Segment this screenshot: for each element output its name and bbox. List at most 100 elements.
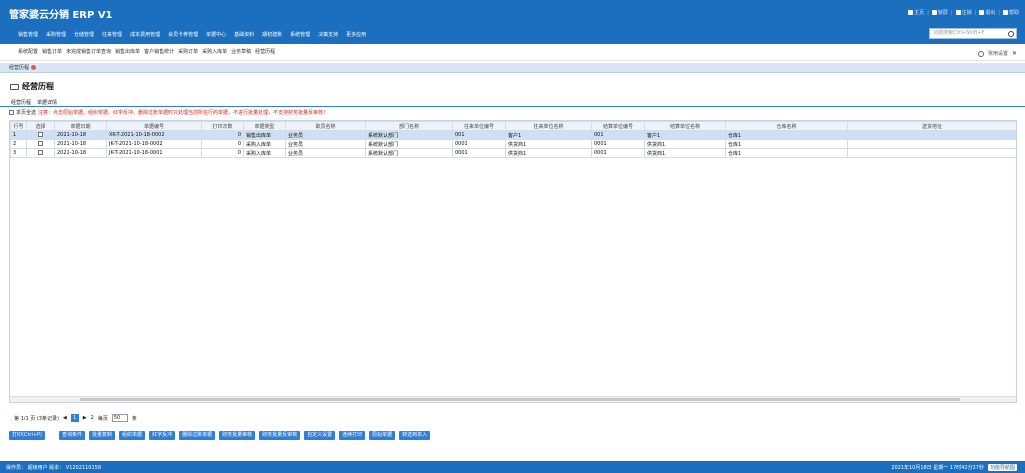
column-header[interactable]: 职员名称: [285, 121, 366, 131]
cell-bill-type: 采购入库单: [243, 148, 286, 158]
menu-item[interactable]: 往来管理: [102, 31, 122, 38]
table-row[interactable]: 3 2021-10-18 JK-T-2021-10-18-0001 0 采购入库…: [10, 148, 1016, 158]
action-buttons: 打印(Ctrl+P) 查询条件 批量复制 组织单据 红字反冲 删除过账单据 财务…: [9, 431, 431, 440]
row-number: 2: [10, 139, 27, 149]
prev-page-icon[interactable]: ◀: [63, 415, 67, 421]
quick-nav-item[interactable]: 未完成销售订单查询: [66, 48, 111, 55]
column-header[interactable]: 往来单位名称: [505, 121, 592, 131]
column-header[interactable]: 送货地址: [847, 121, 1016, 131]
row-checkbox[interactable]: [38, 149, 43, 155]
cell-address: [847, 139, 1016, 149]
function-nav-button[interactable]: 功能导航图: [987, 464, 1017, 471]
page-info: 第 1/1 页 (3条记录): [14, 415, 59, 422]
row-checkbox[interactable]: [38, 131, 43, 137]
select-all-checkbox[interactable]: [9, 110, 14, 115]
common-settings-link[interactable]: 常用设置: [988, 50, 1008, 57]
menu-item[interactable]: 成本费用管理: [130, 31, 160, 38]
tab-close-icon[interactable]: [31, 65, 37, 70]
cell-print-count: 0: [201, 148, 244, 158]
help-link[interactable]: 帮助: [1002, 9, 1019, 16]
table-row[interactable]: 1 2021-10-18 XK-T-2021-10-18-0002 0 销售出库…: [10, 130, 1016, 140]
column-header[interactable]: 部门名称: [365, 121, 453, 131]
continuous-print-button[interactable]: 连续打印: [339, 431, 366, 440]
cell-bill-number[interactable]: JK-T-2021-10-18-0002: [106, 139, 202, 149]
data-grid: 行号 选择 单据日期 单据编号 打印次数 单据类型 职员名称 部门名称 往来单位…: [9, 120, 1017, 403]
column-header[interactable]: 单据类型: [243, 121, 286, 131]
finance-batch-approve-button[interactable]: 财务批量审核: [219, 431, 256, 440]
quick-nav-item[interactable]: 采购订单: [178, 48, 198, 55]
row-checkbox[interactable]: [38, 140, 43, 146]
column-header[interactable]: 行号: [10, 121, 27, 131]
column-header[interactable]: 选择: [26, 121, 55, 131]
quick-nav-item[interactable]: 销售出库单: [115, 48, 140, 55]
gear-icon[interactable]: [977, 50, 984, 57]
delete-posted-button[interactable]: 删除过账单据: [179, 431, 216, 440]
power-icon: [955, 10, 961, 15]
menu-item[interactable]: 系统管理: [290, 31, 310, 38]
query-conditions-button[interactable]: 查询条件: [59, 431, 86, 440]
row-select-cell: [26, 139, 55, 149]
finance-batch-unapprove-button[interactable]: 财务批量反审核: [259, 431, 301, 440]
page-next[interactable]: 2: [91, 415, 94, 421]
horizontal-scrollbar[interactable]: [10, 396, 1016, 402]
column-header[interactable]: 往来单位编号: [452, 121, 506, 131]
row-select-cell: [26, 130, 55, 140]
batch-copy-button[interactable]: 批量复制: [89, 431, 116, 440]
cell-department: 系统默认部门: [365, 139, 453, 149]
function-search-input[interactable]: 功能搜索Ctrl+Shift+F: [929, 28, 1017, 39]
quick-nav-item[interactable]: 销售订单: [42, 48, 62, 55]
column-header[interactable]: 仓库名称: [725, 121, 848, 131]
cell-bill-number[interactable]: XK-T-2021-10-18-0002: [106, 130, 202, 140]
custom-settings-button[interactable]: 自定义设置: [304, 431, 336, 440]
column-header[interactable]: 单据日期: [54, 121, 107, 131]
column-header[interactable]: 单据编号: [106, 121, 202, 131]
cell-print-count: 0: [201, 130, 244, 140]
home-link[interactable]: 主页: [908, 9, 924, 16]
quick-nav-item[interactable]: 系统配置: [18, 48, 38, 55]
cell-warehouse: 仓库1: [725, 148, 848, 158]
menu-item[interactable]: 更多应用: [346, 31, 366, 38]
menu-item[interactable]: 采购管理: [46, 31, 66, 38]
column-header[interactable]: 打印次数: [201, 121, 244, 131]
cell-address: [847, 130, 1016, 140]
cell-settle-name: 供货商1: [644, 139, 726, 149]
quick-nav-items: 系统配置 销售订单 未完成销售订单查询 销售出库单 客户销售统计 采购订单 采购…: [18, 48, 275, 55]
next-page-icon[interactable]: ▶: [83, 415, 87, 421]
close-icon[interactable]: ✕: [1012, 50, 1017, 57]
page-current[interactable]: 1: [70, 414, 79, 422]
column-header[interactable]: 结算单位编号: [591, 121, 645, 131]
app-title: 管家婆云分销 ERP V1: [9, 10, 113, 21]
red-reverse-button[interactable]: 红字反冲: [149, 431, 176, 440]
quick-nav-item[interactable]: 客户销售统计: [144, 48, 174, 55]
cell-employee: 业务员: [285, 130, 366, 140]
tab-business-history[interactable]: 经营历程: [9, 64, 37, 71]
table-row[interactable]: 2 2021-10-18 JK-T-2021-10-18-0002 0 采购入库…: [10, 139, 1016, 149]
menu-item[interactable]: 仓储管理: [74, 31, 94, 38]
page-size-input[interactable]: 50: [111, 414, 128, 422]
search-icon[interactable]: [1008, 31, 1014, 37]
quick-nav: 系统配置 销售订单 未完成销售订单查询 销售出库单 客户销售统计 采购订单 采购…: [0, 44, 1025, 61]
menu-item[interactable]: 基础资料: [234, 31, 254, 38]
print-button[interactable]: 打印(Ctrl+P): [9, 431, 46, 440]
cell-bill-number[interactable]: JK-T-2021-10-18-0001: [106, 148, 202, 158]
original-bill-button[interactable]: 原始单据: [369, 431, 396, 440]
exit-icon: [979, 10, 985, 15]
menu-item[interactable]: 销售管理: [18, 31, 38, 38]
scrollbar-thumb[interactable]: [80, 398, 960, 401]
cell-date: 2021-10-18: [54, 139, 107, 149]
logout-link[interactable]: 注销: [955, 9, 972, 16]
exit-link[interactable]: 退出: [979, 9, 995, 16]
quick-nav-item[interactable]: 经营历程: [255, 48, 275, 55]
menu-item[interactable]: 期初建账: [262, 31, 282, 38]
transfer-button[interactable]: 转选到单入: [399, 431, 431, 440]
menu-item[interactable]: 会员卡券管理: [168, 31, 198, 38]
organize-bill-button[interactable]: 组织单据: [119, 431, 146, 440]
menu-item[interactable]: 决策支持: [318, 31, 338, 38]
menu-item[interactable]: 单据中心: [206, 31, 226, 38]
cell-partner-name: 客户1: [505, 130, 592, 140]
lock-link[interactable]: 锁屏: [931, 9, 948, 16]
quick-nav-item[interactable]: 业务草稿: [231, 48, 251, 55]
column-header[interactable]: 结算单位名称: [644, 121, 726, 131]
quick-nav-item[interactable]: 采购入库单: [202, 48, 227, 55]
info-icon: [1002, 10, 1008, 15]
